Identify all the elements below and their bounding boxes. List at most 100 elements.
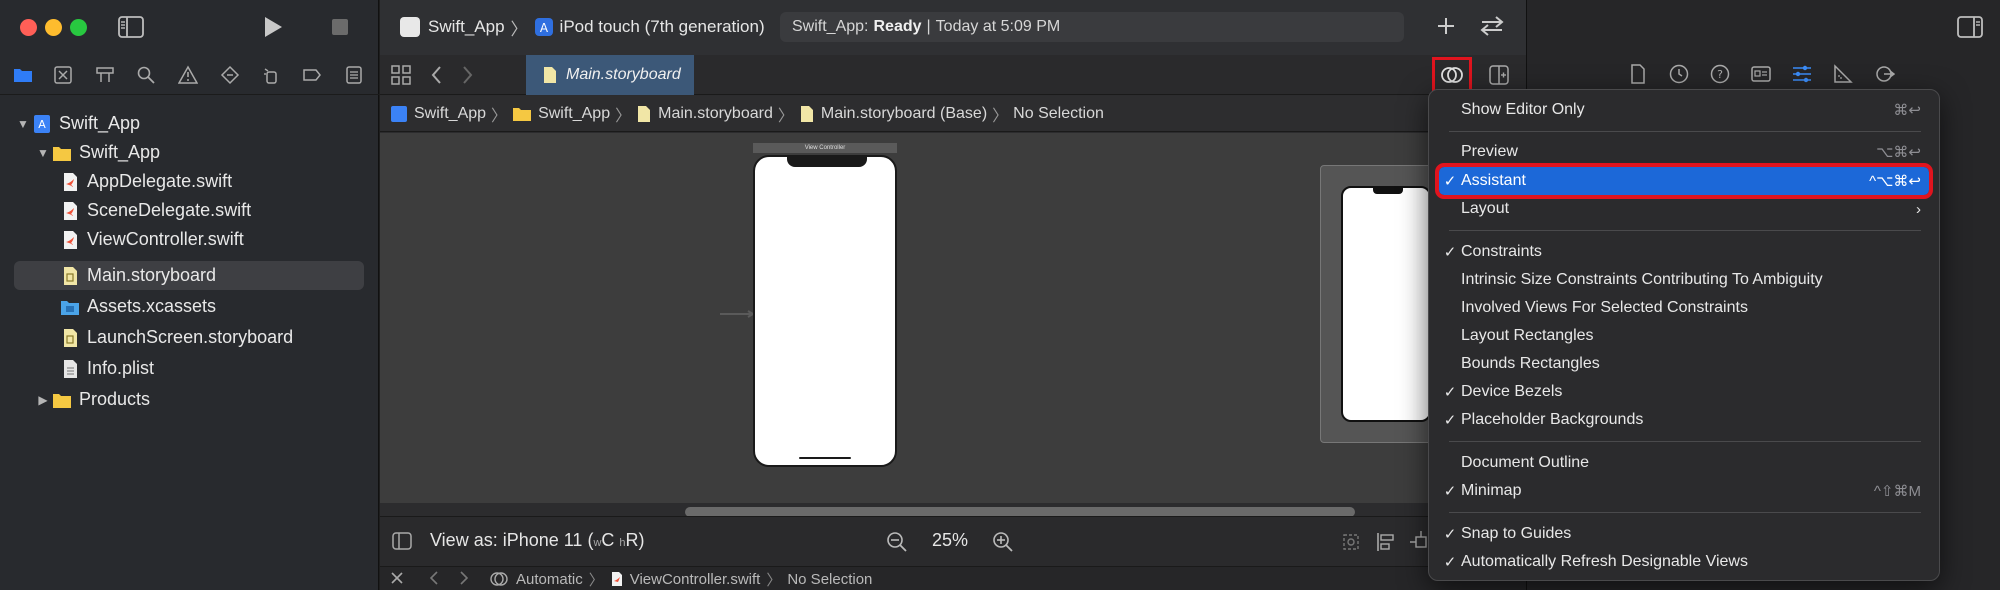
quick-help-question-icon[interactable]: ? [1709,63,1731,85]
menu-item-preview[interactable]: Preview ⌥⌘↩ [1439,138,1929,166]
jump-bar-item[interactable]: Swift_App [538,105,610,123]
scheme-selector[interactable]: Swift_App 〉 A iPod touch (7th generation… [400,14,765,40]
tab-main-storyboard[interactable]: Main.storyboard [526,55,694,95]
tree-item-group[interactable]: ▼ Swift_App [14,138,364,167]
breakpoint-navigator-tag-icon[interactable] [301,64,323,86]
tree-item-file[interactable]: AppDelegate.swift [14,167,364,196]
symbol-navigator-icon[interactable] [94,64,116,86]
menu-item-placeholder-backgrounds[interactable]: ✓ Placeholder Backgrounds [1439,406,1929,434]
zoom-out-icon[interactable] [886,531,908,553]
source-control-icon[interactable] [52,64,74,86]
file-inspector-icon[interactable] [1627,63,1649,85]
close-window-button[interactable] [20,19,37,36]
stop-icon[interactable] [332,19,348,35]
related-items-grid-icon[interactable] [390,64,412,86]
adjust-editor-options-button[interactable] [1432,57,1472,93]
tree-item-file[interactable]: Info.plist [14,354,364,383]
jump-bar-item[interactable]: Swift_App [414,105,486,123]
toolbar: Swift_App 〉 A iPod touch (7th generation… [380,0,1526,55]
history-inspector-clock-icon[interactable] [1668,63,1690,85]
menu-item-constraints[interactable]: ✓ Constraints [1439,238,1929,266]
align-icon[interactable] [1375,531,1397,553]
update-frames-icon[interactable] [1340,531,1362,553]
attributes-inspector-sliders-icon[interactable] [1791,63,1813,85]
identity-inspector-card-icon[interactable] [1750,63,1772,85]
menu-item-snap-to-guides[interactable]: ✓ Snap to Guides [1439,520,1929,548]
menu-item-label: Document Outline [1461,454,1590,471]
issue-navigator-warning-icon[interactable] [177,64,199,86]
jump-bar-item[interactable]: No Selection [1013,105,1104,123]
view-as-device-button[interactable]: View as: iPhone 11 ( w C h R) [430,530,645,554]
menu-item-label: Layout Rectangles [1461,327,1594,344]
find-navigator-search-icon[interactable] [135,64,157,86]
code-review-arrows-icon[interactable] [1478,14,1506,38]
report-navigator-list-icon[interactable] [343,64,365,86]
sidebar-toggle-icon[interactable] [118,16,144,38]
menu-item-involved-views[interactable]: Involved Views For Selected Constraints [1439,294,1929,322]
xcode-project-icon [391,106,407,122]
tree-item-label: Products [79,389,151,409]
minimize-window-button[interactable] [45,19,62,36]
assistant-mode[interactable]: Automatic [516,571,583,588]
menu-item-assistant[interactable]: ✓ Assistant ^⌥⌘↩ [1435,163,1933,199]
disclosure-open-icon[interactable]: ▼ [34,146,52,160]
menu-item-minimap[interactable]: ✓ Minimap ^⇧⌘M [1439,477,1929,505]
tree-item-file[interactable]: SceneDelegate.swift [14,196,364,225]
folder-icon [53,393,71,408]
checkmark-icon: ✓ [1443,483,1457,500]
regular-label: R) [625,530,645,550]
tree-item-file[interactable]: LaunchScreen.storyboard [14,323,364,352]
zoom-level: 25% [932,530,969,550]
view-controller-scene[interactable] [753,155,897,467]
add-editor-split-icon[interactable] [1488,64,1510,86]
menu-item-bounds-rectangles[interactable]: Bounds Rectangles [1439,350,1929,378]
menu-item-document-outline[interactable]: Document Outline [1439,449,1929,477]
disclosure-closed-icon[interactable]: ▶ [34,393,52,407]
inspector-toggle-icon[interactable] [1957,16,1983,38]
status-separator: | [926,18,931,35]
zoom-window-button[interactable] [70,19,87,36]
jump-bar-item[interactable]: Main.storyboard (Base) [821,105,987,123]
menu-item-label: Bounds Rectangles [1461,355,1600,372]
menu-separator [1449,512,1921,513]
add-library-plus-icon[interactable] [1434,14,1458,38]
forward-chevron-icon[interactable] [458,64,476,86]
menu-item-show-editor-only[interactable]: Show Editor Only ⌘↩ [1439,96,1929,124]
menu-item-auto-refresh-designable-views[interactable]: ✓ Automatically Refresh Designable Views [1439,548,1929,576]
close-debug-icon[interactable] [390,571,404,585]
menu-item-layout-rectangles[interactable]: Layout Rectangles [1439,322,1929,350]
assistant-jump-bar: Automatic 〉 ViewController.swift 〉 No Se… [490,569,872,589]
chevron-right-icon: 〉 [777,108,794,125]
scene-title-bar[interactable]: View Controller [753,143,897,153]
minimap-scene [1341,186,1431,422]
run-icon[interactable] [262,15,284,39]
device-icon: A [534,18,553,36]
menu-item-intrinsic-size-constraints[interactable]: Intrinsic Size Constraints Contributing … [1439,266,1929,294]
menu-item-layout[interactable]: Layout › [1439,195,1929,223]
storyboard-file-icon [544,67,556,83]
zoom-in-icon[interactable] [992,531,1014,553]
tree-item-project[interactable]: ▼ A Swift_App [14,109,364,138]
tree-item-file[interactable]: Assets.xcassets [14,292,364,321]
document-outline-toggle-icon[interactable] [392,531,412,551]
assistant-file[interactable]: ViewController.swift [630,571,761,588]
project-navigator-folder-icon[interactable] [12,64,34,86]
back-chevron-icon[interactable] [428,64,446,86]
storyboard-canvas[interactable]: View Controller [380,133,1526,503]
debug-navigator-spray-icon[interactable] [260,64,282,86]
assistant-selection[interactable]: No Selection [787,571,872,588]
disclosure-open-icon[interactable]: ▼ [14,117,32,131]
size-inspector-ruler-icon[interactable] [1832,63,1854,85]
test-navigator-diamond-icon[interactable] [219,64,241,86]
connections-inspector-arrow-icon[interactable] [1873,63,1895,85]
canvas-minimap[interactable] [1320,165,1440,443]
jump-bar-item[interactable]: Main.storyboard [658,105,773,123]
tree-item-file[interactable]: ViewController.swift [14,225,364,254]
window-titlebar [0,0,379,55]
folder-icon [513,108,532,121]
tree-item-group[interactable]: ▶ Products [14,385,364,414]
forward-chevron-icon[interactable] [458,570,470,586]
menu-item-device-bezels[interactable]: ✓ Device Bezels [1439,378,1929,406]
back-chevron-icon[interactable] [428,570,440,586]
tree-item-file-selected[interactable]: Main.storyboard [14,261,364,290]
